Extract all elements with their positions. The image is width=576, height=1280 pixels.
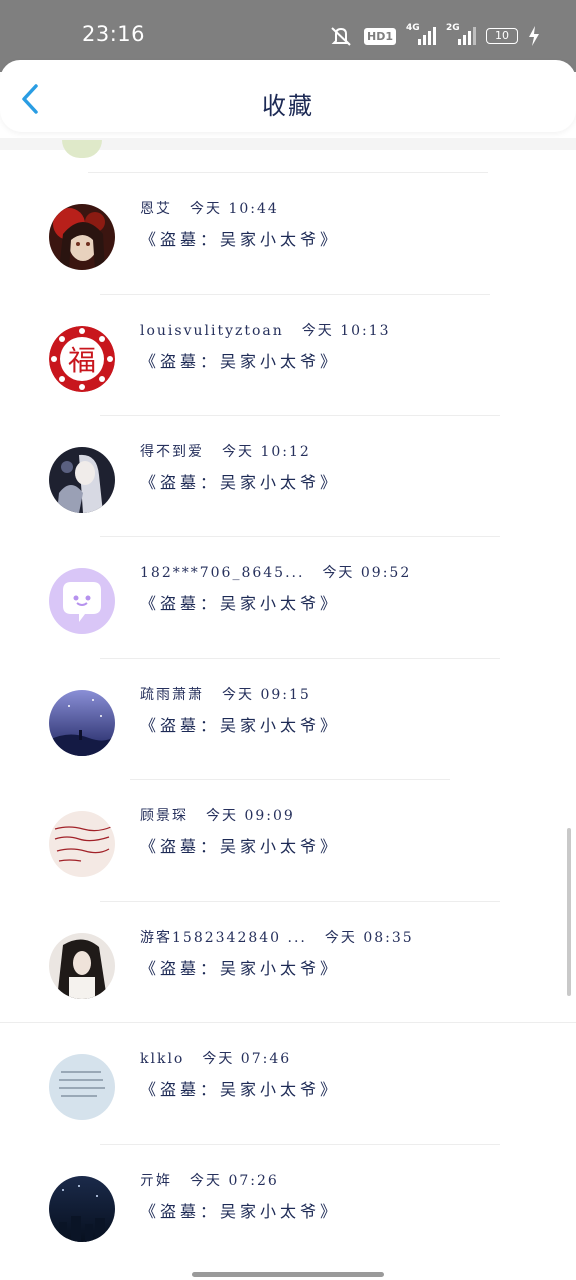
item-time: 今天 10:44: [190, 201, 279, 217]
signal-2g-icon: 2G: [446, 23, 476, 47]
page-title: 收藏: [262, 92, 314, 120]
item-time: 今天 09:52: [322, 565, 412, 581]
avatar: [49, 1054, 115, 1120]
avatar: 福: [49, 326, 115, 392]
status-icons: HD1 4G 2G 10: [328, 23, 540, 48]
item-name-row: 恩艾 今天 10:44: [140, 198, 279, 218]
item-name-row: 182***706_8645... 今天 09:52: [140, 562, 411, 582]
home-indicator[interactable]: [192, 1272, 384, 1277]
user-name: 恩艾: [140, 201, 172, 217]
book-title: 《盗墓：吴家小太爷》: [140, 594, 341, 613]
avatar: [49, 933, 115, 999]
item-time: 今天 09:15: [222, 687, 311, 703]
book-title: 《盗墓：吴家小太爷》: [140, 230, 341, 249]
divider: [100, 901, 500, 902]
scrollbar[interactable]: [567, 828, 571, 996]
item-time: 今天 07:26: [190, 1173, 279, 1189]
item-name-row: 游客1582342840 ... 今天 08:35: [140, 927, 414, 947]
divider: [0, 1022, 576, 1023]
book-title: 《盗墓：吴家小太爷》: [140, 837, 341, 856]
avatar: [49, 447, 115, 513]
book-title: 《盗墓：吴家小太爷》: [140, 473, 341, 492]
item-name-row: klklo 今天 07:46: [140, 1048, 291, 1068]
status-time: 23:16: [82, 22, 146, 46]
avatar: [49, 1176, 115, 1242]
divider: [100, 294, 490, 295]
battery-icon: 10: [486, 28, 518, 44]
divider: [100, 415, 500, 416]
divider: [100, 536, 500, 537]
divider: [88, 172, 488, 173]
book-title: 《盗墓：吴家小太爷》: [140, 959, 341, 978]
list-item[interactable]: 疏雨萧萧 今天 09:15 《盗墓：吴家小太爷》: [0, 660, 576, 781]
item-time: 今天 08:35: [324, 930, 414, 946]
list-item[interactable]: 恩艾 今天 10:44 《盗墓：吴家小太爷》: [0, 174, 576, 295]
user-name: 182***706_8645...: [140, 565, 305, 581]
mute-bell-icon: [328, 25, 354, 47]
item-name-row: 亓姩 今天 07:26: [140, 1170, 279, 1190]
avatar: [49, 811, 115, 877]
list-item[interactable]: 顾景琛 今天 09:09 《盗墓：吴家小太爷》: [0, 781, 576, 902]
list-item[interactable]: 游客1582342840 ... 今天 08:35 《盗墓：吴家小太爷》: [0, 903, 576, 1024]
hd-badge: HD1: [364, 27, 396, 45]
user-name: louisvulityztoan: [140, 323, 284, 339]
user-name: klklo: [140, 1051, 185, 1067]
list-item[interactable]: 亓姩 今天 07:26 《盗墓：吴家小太爷》: [0, 1146, 576, 1267]
list-item[interactable]: klklo 今天 07:46 《盗墓：吴家小太爷》: [0, 1024, 576, 1145]
avatar: [49, 568, 115, 634]
user-name: 疏雨萧萧: [140, 687, 204, 703]
user-name: 顾景琛: [140, 808, 188, 824]
app-header: 收藏: [0, 60, 576, 132]
divider: [100, 658, 500, 659]
book-title: 《盗墓：吴家小太爷》: [140, 1202, 341, 1221]
divider: [100, 1144, 500, 1145]
avatar: [62, 140, 102, 158]
avatar: [49, 204, 115, 270]
divider: [130, 779, 450, 780]
list-item[interactable]: 福 louisvulityztoan 今天 10:13 《盗墓：吴家小太爷》: [0, 296, 576, 417]
charging-icon: [528, 26, 540, 46]
avatar: [49, 690, 115, 756]
user-name: 亓姩: [140, 1173, 172, 1189]
item-time: 今天 09:09: [206, 808, 295, 824]
svg-text:福: 福: [68, 344, 96, 377]
list-item[interactable]: 182***706_8645... 今天 09:52 《盗墓：吴家小太爷》: [0, 538, 576, 659]
book-title: 《盗墓：吴家小太爷》: [140, 352, 341, 371]
item-name-row: 顾景琛 今天 09:09: [140, 805, 295, 825]
item-name-row: 得不到爱 今天 10:12: [140, 441, 311, 461]
item-time: 今天 10:13: [301, 323, 391, 339]
item-name-row: 疏雨萧萧 今天 09:15: [140, 684, 311, 704]
list-item[interactable]: 得不到爱 今天 10:12 《盗墓：吴家小太爷》: [0, 417, 576, 538]
item-time: 今天 10:12: [222, 444, 311, 460]
item-name-row: louisvulityztoan 今天 10:13: [140, 320, 391, 340]
item-time: 今天 07:46: [202, 1051, 292, 1067]
book-title: 《盗墓：吴家小太爷》: [140, 716, 341, 735]
signal-4g-icon: 4G: [406, 23, 436, 47]
user-name: 得不到爱: [140, 444, 204, 460]
book-title: 《盗墓：吴家小太爷》: [140, 1080, 341, 1099]
user-name: 游客1582342840 ...: [140, 930, 307, 946]
